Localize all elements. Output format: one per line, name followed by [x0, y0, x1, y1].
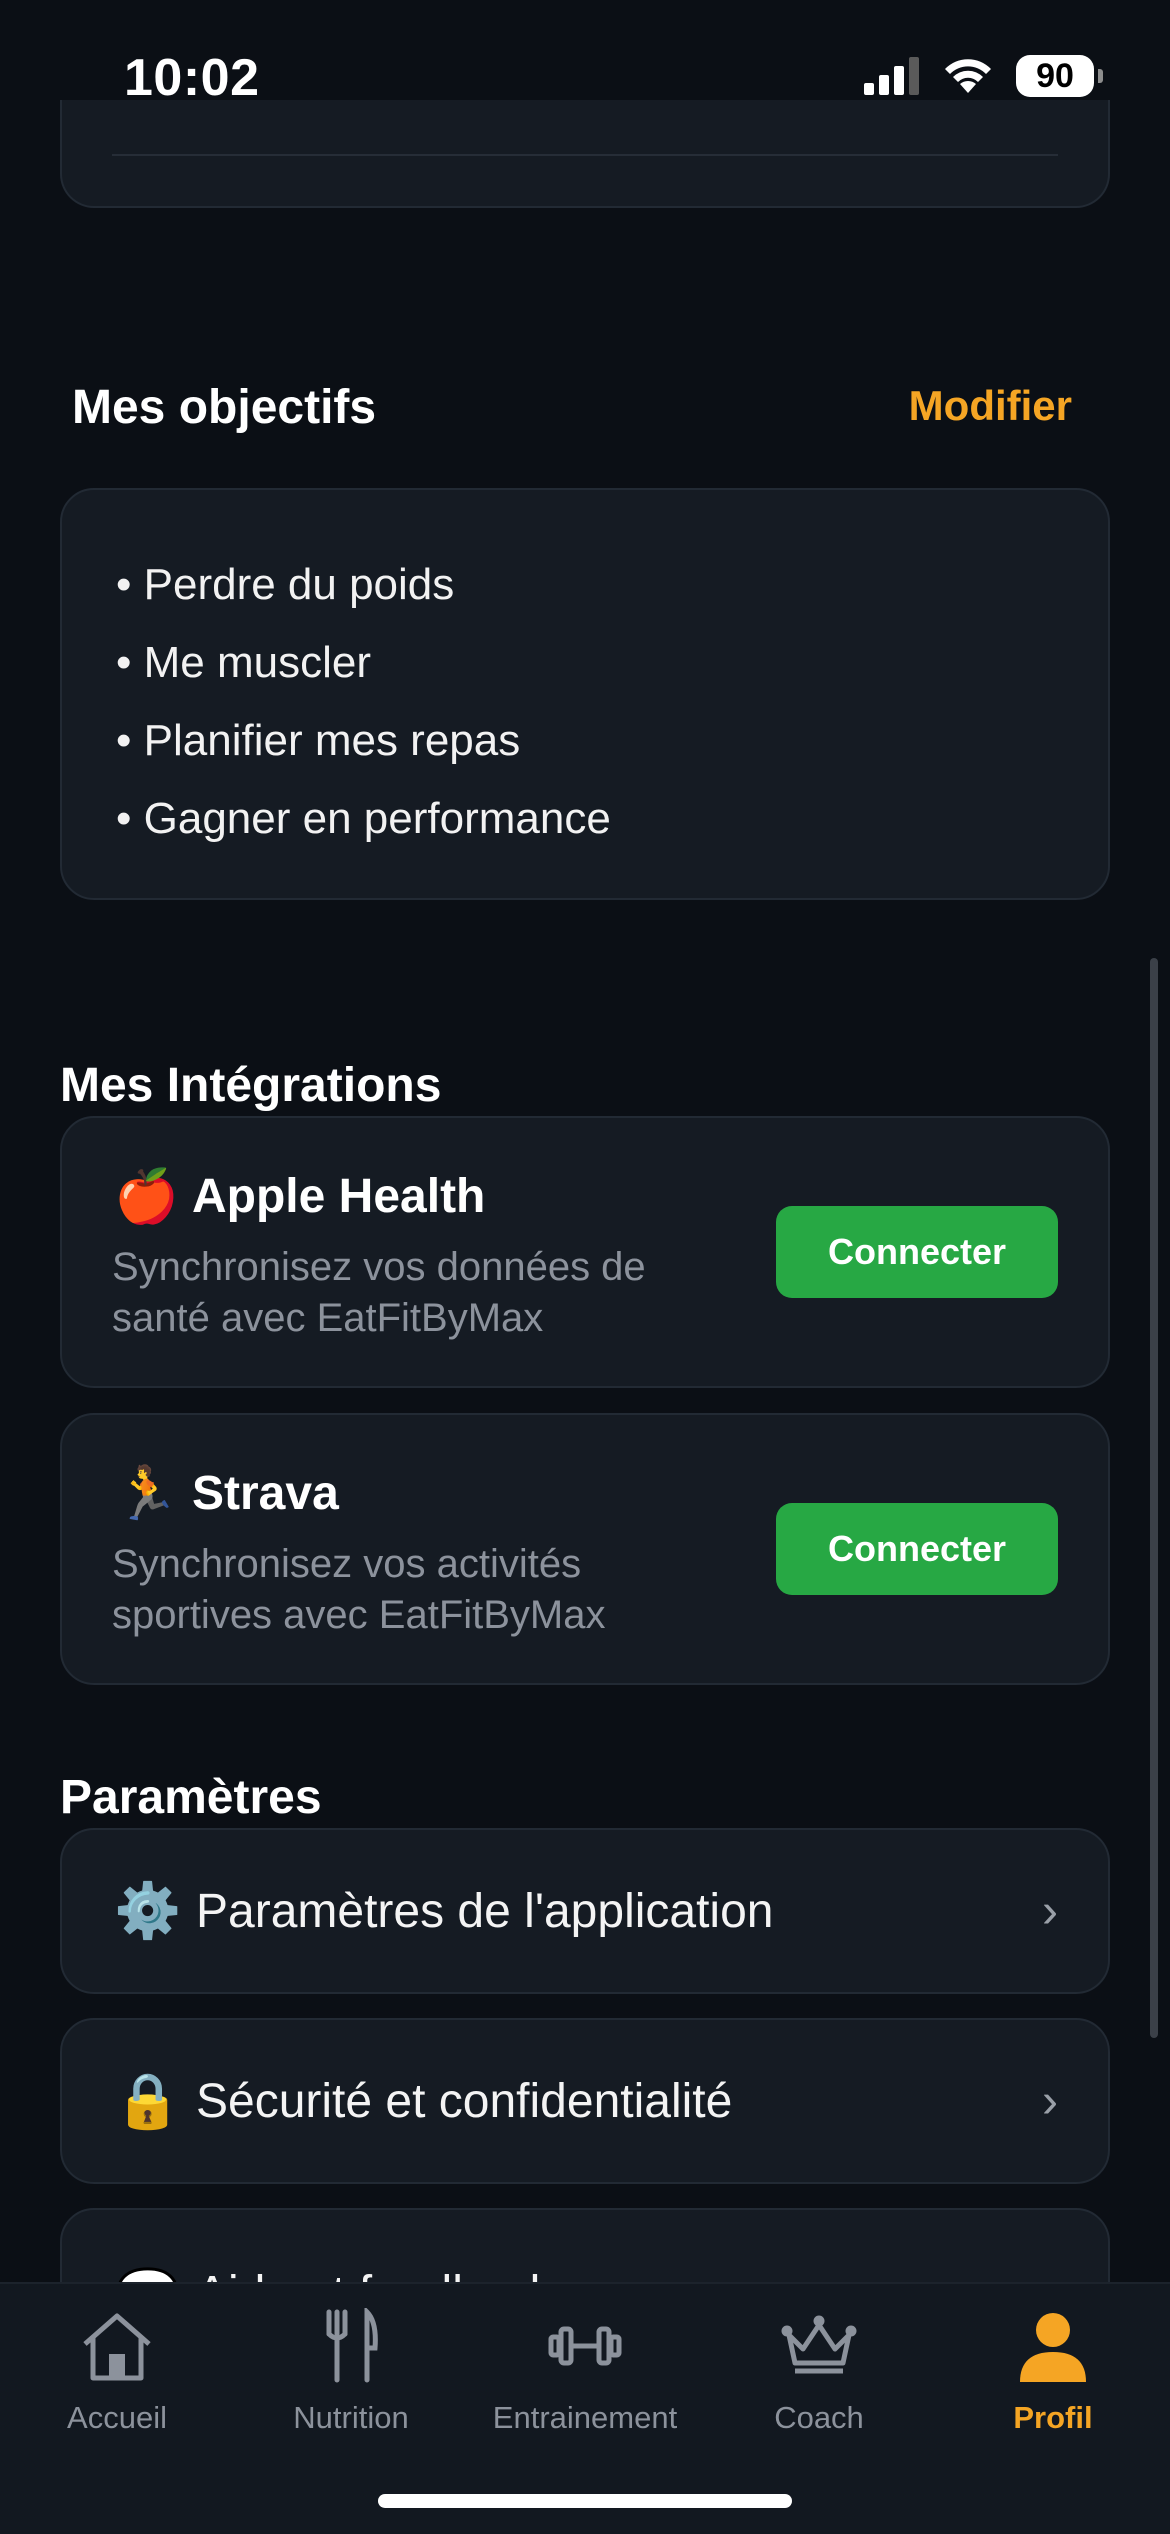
status-time: 10:02	[124, 49, 260, 107]
integration-header: 🍎 Apple Health	[114, 1166, 485, 1227]
tab-nutrition[interactable]: Nutrition	[234, 2306, 468, 2456]
goals-card: • Perdre du poids • Me muscler • Planifi…	[60, 488, 1110, 900]
tab-label: Coach	[774, 2400, 864, 2435]
goal-item: • Perdre du poids	[116, 560, 455, 609]
integration-header: 🏃 Strava	[114, 1463, 339, 1524]
goal-item: • Gagner en performance	[116, 794, 611, 843]
home-indicator[interactable]	[378, 2494, 792, 2508]
apple-icon: 🍎	[114, 1168, 179, 1226]
tab-entrainement[interactable]: Entrainement	[468, 2306, 702, 2456]
integration-strava: 🏃 Strava Synchronisez vos activités spor…	[60, 1413, 1110, 1685]
battery-indicator: 90	[1016, 55, 1103, 97]
tab-label: Profil	[1013, 2400, 1093, 2435]
integrations-title: Mes Intégrations	[60, 1059, 442, 1112]
integration-description: Synchronisez vos données de santé avec E…	[112, 1245, 646, 1340]
connect-strava-button[interactable]: Connecter	[776, 1503, 1058, 1595]
tab-label: Nutrition	[293, 2400, 409, 2435]
goals-title: Mes objectifs	[72, 381, 377, 434]
integration-name: Strava	[192, 1467, 339, 1520]
connect-apple-health-button[interactable]: Connecter	[776, 1206, 1058, 1298]
settings-item-app[interactable]: ⚙️ Paramètres de l'application ›	[60, 1828, 1110, 1994]
settings-item-security[interactable]: 🔒 Sécurité et confidentialité ›	[60, 2018, 1110, 2184]
runner-icon: 🏃	[114, 1465, 179, 1523]
wifi-icon	[945, 59, 991, 93]
fork-knife-icon	[311, 2306, 391, 2386]
settings-item-label: Sécurité et confidentialité	[196, 2074, 733, 2128]
goal-item: • Planifier mes repas	[116, 716, 521, 765]
previous-card	[60, 100, 1110, 208]
cellular-signal-icon	[864, 57, 919, 95]
lock-icon: 🔒	[114, 2070, 182, 2131]
tab-accueil[interactable]: Accueil	[0, 2306, 234, 2456]
home-icon	[77, 2306, 157, 2386]
goals-edit-link[interactable]: Modifier	[909, 382, 1072, 430]
divider	[112, 154, 1058, 156]
tab-label: Accueil	[67, 2400, 167, 2435]
gear-icon: ⚙️	[114, 1880, 182, 1941]
tab-label: Entrainement	[492, 2400, 678, 2435]
integration-description: Synchronisez vos activités sportives ave…	[112, 1542, 606, 1637]
goal-item: • Me muscler	[116, 638, 371, 687]
integration-name: Apple Health	[192, 1170, 486, 1223]
tab-profil[interactable]: Profil	[936, 2306, 1170, 2456]
status-icons: 90	[864, 52, 1103, 100]
crown-icon	[779, 2306, 859, 2386]
dumbbell-icon	[545, 2306, 625, 2386]
settings-item-label: Paramètres de l'application	[196, 1884, 774, 1938]
scrollbar[interactable]	[1150, 958, 1158, 2038]
person-icon	[1013, 2306, 1093, 2386]
settings-title: Paramètres	[60, 1771, 322, 1824]
chevron-right-icon: ›	[1042, 1884, 1058, 1938]
integration-apple-health: 🍎 Apple Health Synchronisez vos données …	[60, 1116, 1110, 1388]
tab-coach[interactable]: Coach	[702, 2306, 936, 2456]
chevron-right-icon: ›	[1042, 2074, 1058, 2128]
